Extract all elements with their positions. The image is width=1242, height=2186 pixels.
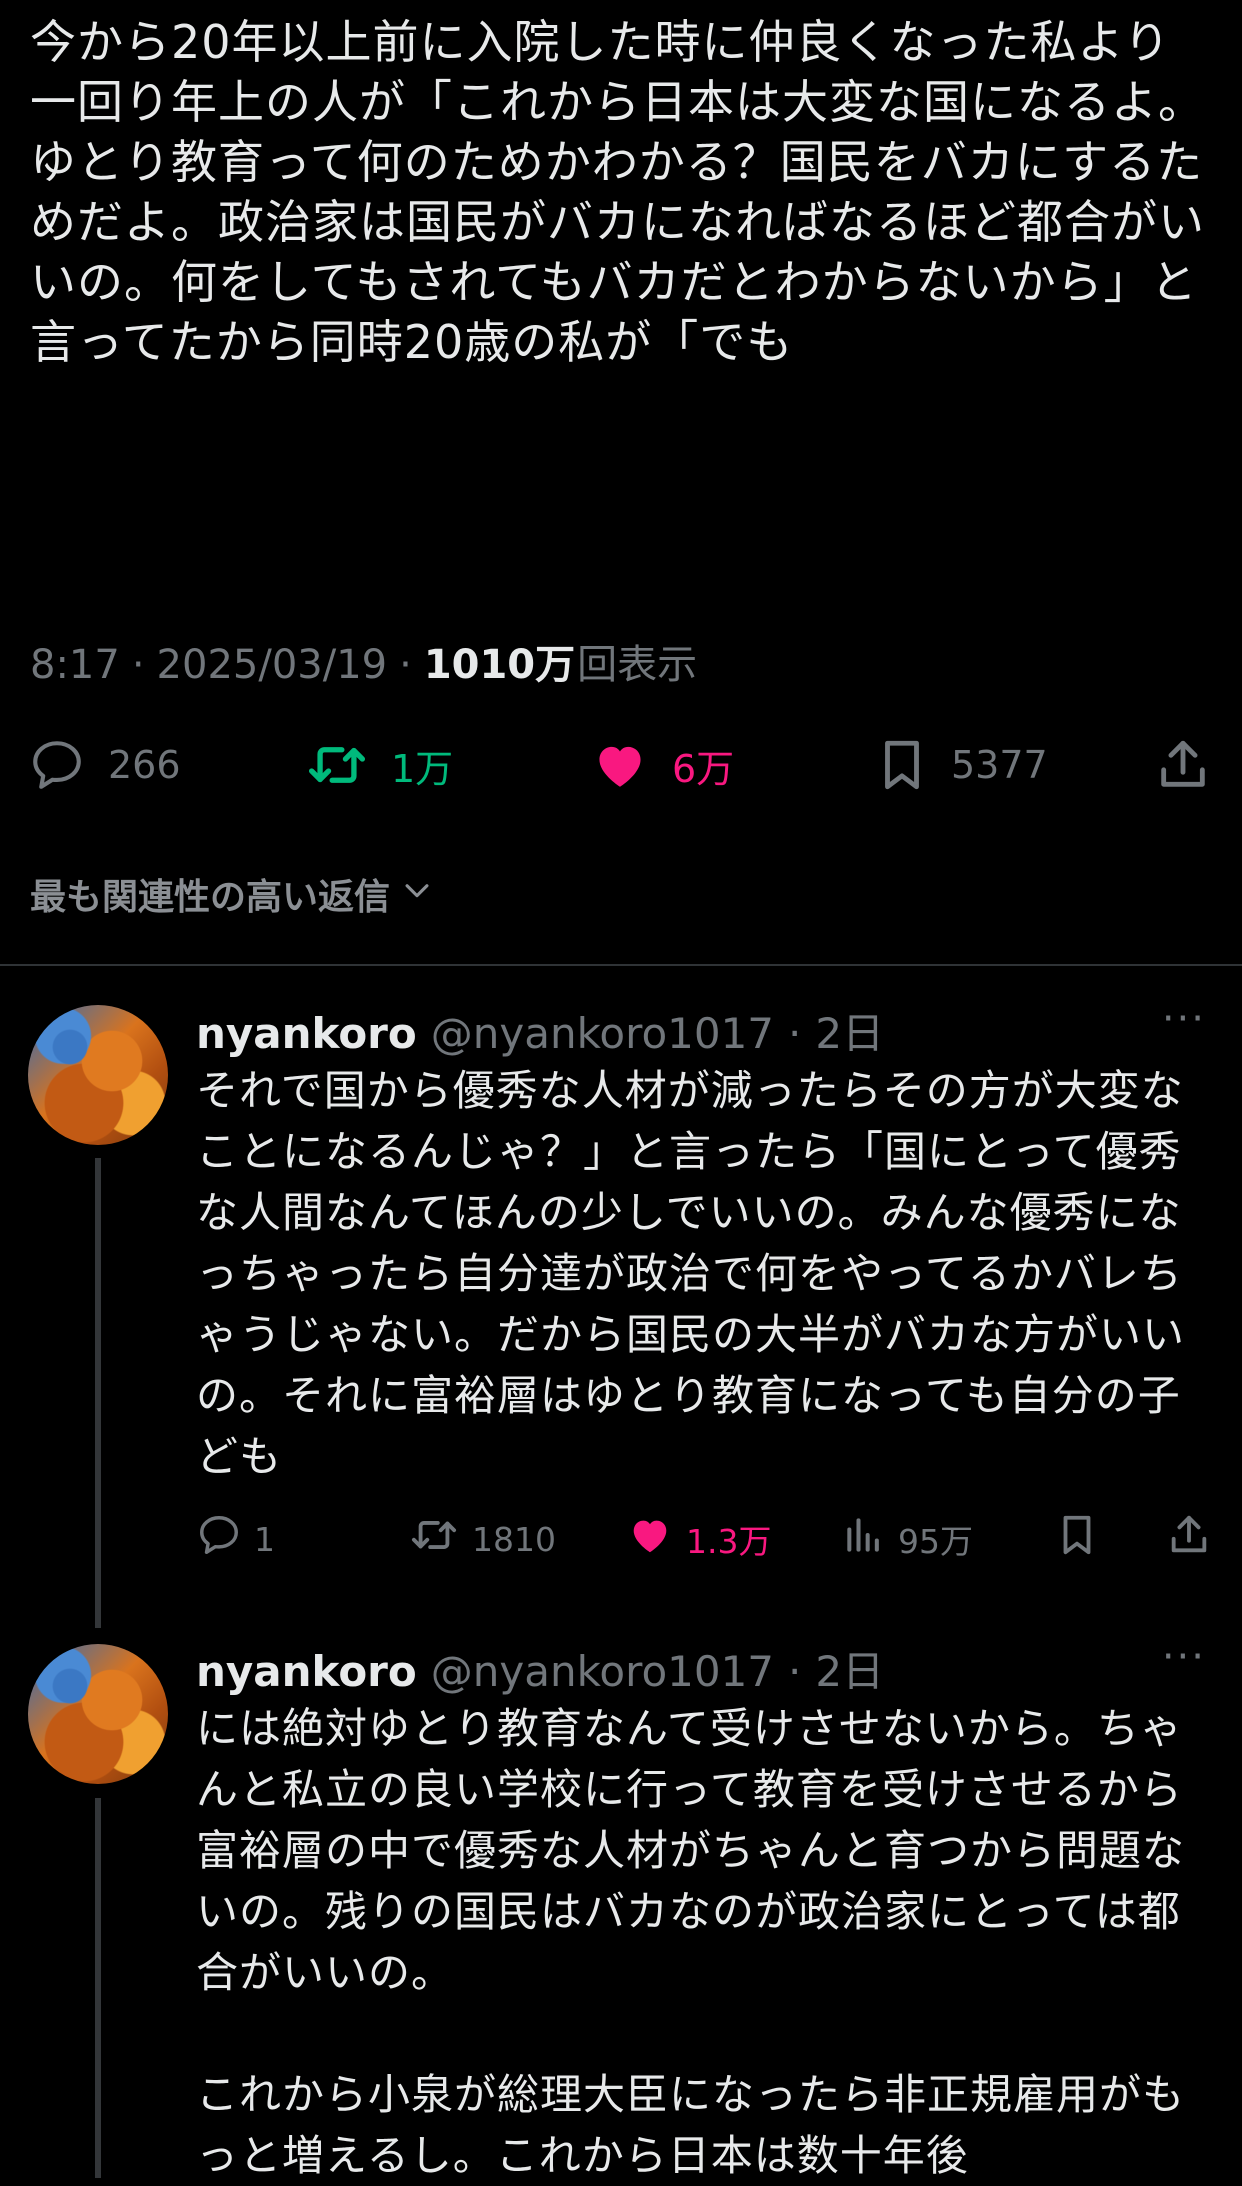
chevron-down-icon	[400, 873, 434, 916]
reply-icon	[196, 1512, 242, 1566]
views-count: 1010万	[423, 642, 576, 688]
author-handle[interactable]: @nyankoro1017	[431, 1647, 774, 1696]
author-handle[interactable]: @nyankoro1017	[431, 1009, 774, 1058]
more-options-icon[interactable]: ···	[1162, 996, 1206, 1042]
reply-action-bar: 1 1810 1.3万 95万	[196, 1512, 1216, 1572]
avatar[interactable]	[28, 1644, 168, 1784]
views-label: 回表示	[577, 642, 698, 688]
views-count: 95万	[898, 1522, 973, 1561]
reply-text: には絶対ゆとり教育なんて受けさせないから。ちゃんと私立の良い学校に行って教育を受…	[196, 1704, 1186, 2180]
header-separator: ·	[788, 1009, 802, 1058]
views-button[interactable]: 95万	[842, 1512, 973, 1566]
retweet-button[interactable]: 1810	[408, 1512, 556, 1566]
meta-separator: ·	[131, 642, 145, 688]
reply-count: 266	[108, 743, 181, 787]
meta-separator: ·	[399, 642, 412, 688]
share-icon	[1154, 736, 1212, 794]
retweet-count: 1810	[472, 1519, 556, 1559]
reply-count: 1	[254, 1519, 275, 1559]
tweet-time: 8:17	[30, 642, 120, 688]
retweet-icon	[305, 736, 369, 794]
retweet-button[interactable]: 1万	[305, 736, 453, 794]
tweet-meta: 8:17 · 2025/03/19 · 1010万 回表示	[30, 632, 697, 690]
like-button[interactable]: 1.3万	[626, 1512, 771, 1566]
bookmark-icon	[875, 736, 929, 794]
bookmark-icon	[1056, 1512, 1098, 1566]
header-separator: ·	[788, 1647, 802, 1696]
more-options-icon[interactable]: ···	[1162, 1634, 1206, 1680]
retweet-count: 1万	[391, 746, 454, 791]
reply-header: nyankoro @nyankoro1017 · 2日	[196, 1638, 884, 1699]
post-time: 2日	[815, 1009, 885, 1058]
like-count: 1.3万	[686, 1522, 772, 1561]
heart-icon	[626, 1512, 674, 1566]
tweet-action-bar: 266 1万 6万 5377	[0, 730, 1242, 800]
reply-button[interactable]: 1	[196, 1512, 275, 1566]
reply-text: それで国から優秀な人材が減ったらその方が大変なことになるんじゃ？」と言ったら「国…	[196, 1066, 1186, 1481]
reply-header: nyankoro @nyankoro1017 · 2日	[196, 1000, 884, 1061]
share-icon	[1166, 1512, 1212, 1566]
section-divider	[0, 964, 1242, 966]
bookmark-count: 5377	[951, 743, 1048, 787]
tweet-date: 2025/03/19	[156, 642, 388, 688]
share-button[interactable]	[1166, 1512, 1212, 1566]
avatar[interactable]	[28, 1005, 168, 1145]
reply-button[interactable]: 266	[28, 736, 181, 794]
analytics-icon	[842, 1512, 886, 1566]
like-button[interactable]: 6万	[590, 736, 734, 794]
author-name[interactable]: nyankoro	[196, 1647, 417, 1696]
main-tweet-text: 今から20年以上前に入院した時に仲良くなった私より一回り年上の人が「これから日本…	[30, 15, 1205, 369]
retweet-icon	[408, 1512, 460, 1566]
bookmark-button[interactable]	[1056, 1512, 1098, 1566]
heart-icon	[590, 736, 650, 794]
post-time: 2日	[815, 1647, 885, 1696]
bookmark-button[interactable]: 5377	[875, 736, 1048, 794]
thread-line	[95, 1798, 101, 2178]
reply-icon	[28, 736, 86, 794]
like-count: 6万	[672, 746, 735, 791]
thread-line	[95, 1158, 101, 1628]
author-name[interactable]: nyankoro	[196, 1009, 417, 1058]
reply-sort-dropdown[interactable]: 最も関連性の高い返信	[30, 868, 434, 920]
reply-sort-label: 最も関連性の高い返信	[30, 877, 391, 918]
share-button[interactable]	[1154, 736, 1212, 794]
